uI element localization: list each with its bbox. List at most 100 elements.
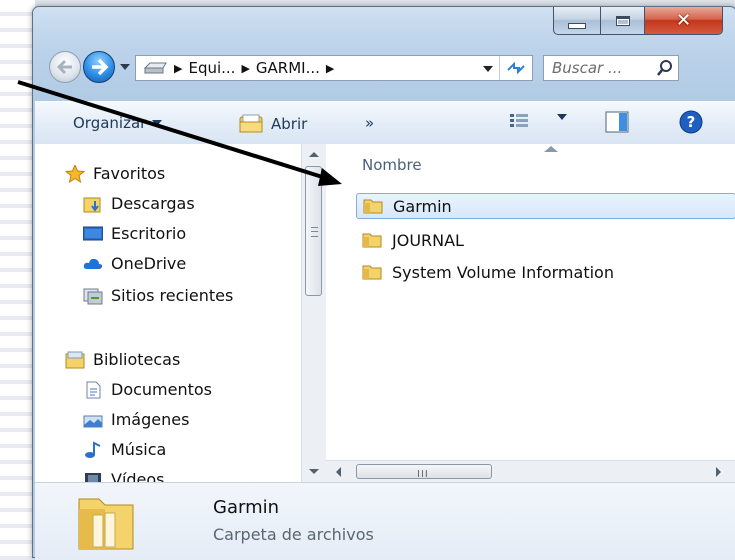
pictures-icon [83,415,103,427]
command-bar: Organizar Abrir » ? [35,101,735,145]
nav-descargas-label: Descargas [111,194,195,213]
refresh-button[interactable] [499,56,532,80]
file-row-system-volume-information[interactable]: System Volume Information [356,259,735,285]
address-bar[interactable]: ▶ Equi... ▶ GARMI... ▶ [135,55,533,81]
nav-escritorio[interactable]: Escritorio [83,224,186,243]
nav-descargas[interactable]: Descargas [83,194,195,213]
nav-musica-label: Música [111,440,167,459]
search-input[interactable]: Buscar ... [552,59,656,77]
minimize-button[interactable] [553,7,601,35]
file-name: Garmin [393,196,452,216]
breadcrumb-separator-icon[interactable]: ▶ [326,62,334,75]
view-options-dropdown[interactable] [551,114,567,120]
file-row-garmin[interactable]: Garmin [356,193,735,219]
scrollbar-grip [311,227,318,237]
help-button[interactable]: ? [679,110,703,134]
nav-bibliotecas-label: Bibliotecas [93,350,181,369]
videos-icon [85,472,101,482]
file-row-journal[interactable]: JOURNAL [356,227,735,253]
nav-imagenes-label: Imágenes [111,410,190,429]
details-title: Garmin [213,497,280,518]
organize-label: Organizar [73,114,147,132]
caption-buttons: ✕ [553,7,735,37]
breadcrumb-computer[interactable]: Equi... [188,59,235,77]
desktop-stripes [0,0,35,560]
nav-escritorio-label: Escritorio [111,224,187,243]
nav-documentos[interactable]: Documentos [83,380,212,399]
scroll-right-arrow-icon[interactable] [716,467,721,477]
address-history-dropdown-icon[interactable] [482,64,494,74]
scrollbar-thumb[interactable] [305,166,322,296]
recent-pages-dropdown-icon[interactable] [119,61,131,73]
folder-icon [362,233,382,248]
recent-places-icon [83,288,103,304]
nav-videos[interactable]: Vídeos [83,470,165,482]
help-icon: ? [679,110,703,134]
scroll-up-arrow-icon[interactable] [309,152,319,157]
nav-onedrive-label: OneDrive [111,254,187,273]
horizontal-scrollbar-thumb[interactable]: III [356,464,492,480]
nav-videos-label: Vídeos [111,470,165,482]
onedrive-cloud-icon [83,258,103,269]
nav-favorites[interactable]: Favoritos [65,164,165,183]
more-commands-button[interactable]: » [365,114,374,132]
column-header-name[interactable]: Nombre [362,156,422,174]
view-list-icon [510,114,528,127]
organize-dropdown-icon [152,120,163,126]
scroll-down-arrow-icon[interactable] [309,469,319,474]
forward-button[interactable] [83,51,115,83]
scroll-left-arrow-icon[interactable] [336,467,341,477]
minimize-icon [568,22,586,29]
explorer-window: ✕ ▶ Equi... ▶ GARMI... ▶ Buscar ... Orga… [32,6,735,560]
more-label: » [365,114,375,132]
details-pane: Garmin Carpeta de archivos [35,482,735,560]
maximize-icon [615,15,630,26]
svg-text:?: ? [687,113,696,131]
navigation-pane-scrollbar[interactable] [301,144,326,482]
nav-imagenes[interactable]: Imágenes [83,410,189,429]
open-folder-icon [239,114,263,133]
open-button[interactable]: Abrir [239,114,307,134]
drive-icon [143,62,167,74]
forward-arrow-icon [92,58,109,76]
organize-button[interactable]: Organizar [73,114,163,132]
close-icon: ✕ [675,9,692,31]
horizontal-scrollbar-grip: III [417,469,429,480]
search-icon[interactable] [656,59,674,77]
folder-icon [362,265,382,280]
nav-onedrive[interactable]: OneDrive [83,254,186,273]
preview-pane-icon [605,111,629,133]
nav-bibliotecas[interactable]: Bibliotecas [65,350,180,369]
change-view-button[interactable] [509,112,529,130]
file-list-horizontal-scrollbar[interactable]: III [326,460,735,483]
breadcrumb-separator-icon[interactable]: ▶ [241,62,249,75]
large-folder-icon [78,498,134,550]
navigation-pane: Favoritos Descargas Escritorio OneDrive [35,144,304,482]
nav-sitios-recientes[interactable]: Sitios recientes [83,286,233,305]
music-icon [85,440,101,458]
file-name: System Volume Information [392,262,614,282]
preview-pane-button[interactable] [605,111,629,133]
navigation-bar: ▶ Equi... ▶ GARMI... ▶ Buscar ... [45,51,735,85]
close-button[interactable]: ✕ [645,7,723,35]
refresh-icon [507,61,525,75]
sort-ascending-icon [544,146,558,152]
nav-sitios-recientes-label: Sitios recientes [111,286,234,305]
desktop-icon [83,226,103,240]
back-arrow-icon [56,59,72,75]
libraries-icon [65,351,85,368]
nav-favorites-label: Favoritos [93,164,166,183]
file-list-pane: Nombre Garmin JOURNAL System Volume Info… [326,144,735,460]
folder-icon [363,199,383,214]
back-button[interactable] [49,51,81,83]
maximize-button[interactable] [601,7,645,35]
documents-icon [86,381,101,398]
nav-musica[interactable]: Música [83,440,166,459]
details-subtitle: Carpeta de archivos [213,525,374,544]
open-label: Abrir [271,115,308,133]
breadcrumb-garmin-drive[interactable]: GARMI... [256,59,320,77]
file-name: JOURNAL [392,230,464,250]
nav-documentos-label: Documentos [111,380,213,399]
breadcrumb-separator-icon[interactable]: ▶ [174,62,182,75]
search-box[interactable]: Buscar ... [543,55,679,81]
